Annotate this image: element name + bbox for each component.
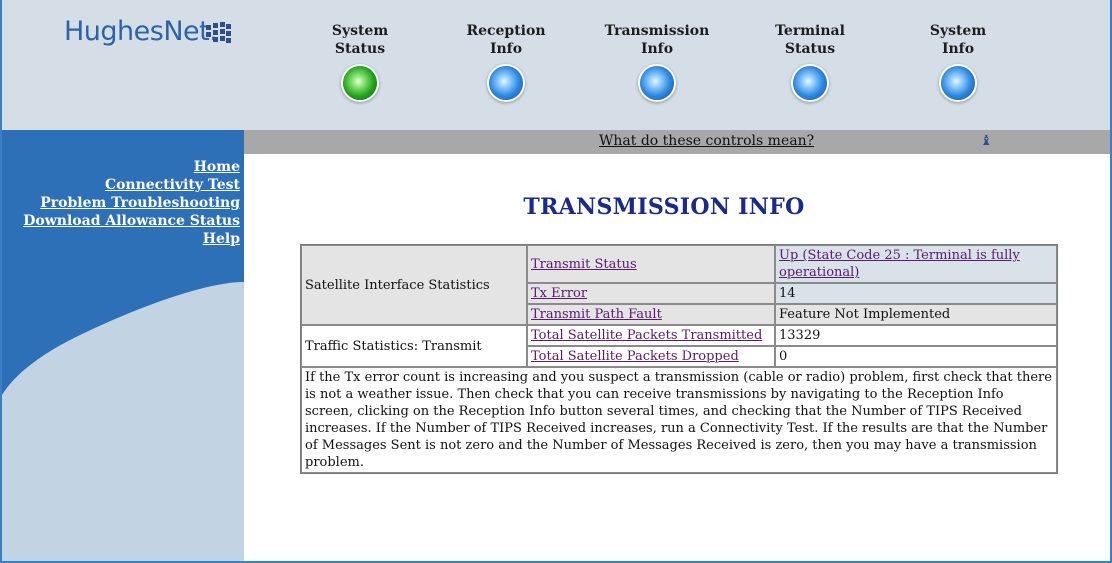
page-title: TRANSMISSION INFO <box>523 194 805 220</box>
nav-transmission-info-label: Transmission Info <box>604 23 710 57</box>
transmit-status-value-link[interactable]: Up (State Code 25 : Terminal is fully op… <box>779 248 1020 280</box>
transmission-info-table: Satellite Interface Statistics Transmit … <box>300 244 1058 474</box>
nav-system-info[interactable]: System Info <box>903 22 1013 100</box>
row-label-cell: Transmit Status <box>527 245 775 283</box>
sidebar-item-connectivity-test[interactable]: Connectivity Test <box>2 176 240 194</box>
group-label: Traffic Statistics: Transmit <box>301 325 527 367</box>
sidebar-item-download-allowance-status[interactable]: Download Allowance Status <box>2 212 240 230</box>
nav-system-status-label: System Status <box>331 23 389 57</box>
table-row: Satellite Interface Statistics Transmit … <box>301 245 1057 325</box>
table-row: If the Tx error count is increasing and … <box>301 367 1057 473</box>
header: HughesNet. System Status Reception Info … <box>2 0 1110 130</box>
wizard-icon[interactable]: ♝ <box>980 133 993 149</box>
controls-help-link[interactable]: What do these controls mean? <box>599 133 814 149</box>
logo-grid-icon <box>206 22 231 43</box>
packets-transmitted-link[interactable]: Total Satellite Packets Transmitted <box>531 328 762 343</box>
help-bar: What do these controls mean? ♝ <box>244 130 1110 154</box>
transmit-path-fault-link[interactable]: Transmit Path Fault <box>531 307 662 322</box>
row-label-cell: Total Satellite Packets Transmitted <box>527 325 775 346</box>
nav-terminal-status-label: Terminal Status <box>775 23 845 57</box>
table-row: Traffic Statistics: Transmit Total Satel… <box>301 325 1057 367</box>
nav-terminal-status[interactable]: Terminal Status <box>755 22 865 100</box>
row-value-cell: 13329 <box>775 325 1057 346</box>
row-label-cell: Tx Error <box>527 283 775 304</box>
status-orb-blue-icon[interactable] <box>640 66 674 100</box>
sidebar-item-help[interactable]: Help <box>2 230 240 248</box>
row-label-cell: Total Satellite Packets Dropped <box>527 346 775 367</box>
packets-dropped-link[interactable]: Total Satellite Packets Dropped <box>531 349 739 364</box>
status-orb-blue-icon[interactable] <box>489 66 523 100</box>
row-value-cell: Feature Not Implemented <box>775 304 1057 325</box>
nav-system-status[interactable]: System Status <box>305 22 415 100</box>
hughesnet-logo[interactable]: HughesNet. <box>64 16 218 47</box>
nav-system-info-label: System Info <box>929 23 987 57</box>
nav-transmission-info[interactable]: Transmission Info <box>602 22 712 100</box>
sidebar-item-problem-troubleshooting[interactable]: Problem Troubleshooting <box>2 194 240 212</box>
sidebar-item-home[interactable]: Home <box>2 158 240 176</box>
main-content: TRANSMISSION INFO Satellite Interface St… <box>244 154 1110 561</box>
nav-reception-info-label: Reception Info <box>466 23 546 57</box>
row-value-cell: Up (State Code 25 : Terminal is fully op… <box>775 245 1057 283</box>
row-label-cell: Transmit Path Fault <box>527 304 775 325</box>
row-value-cell: 0 <box>775 346 1057 367</box>
tx-error-link[interactable]: Tx Error <box>531 286 587 301</box>
page-frame: HughesNet. System Status Reception Info … <box>0 0 1112 563</box>
sidebar-nav: Home Connectivity Test Problem Troublesh… <box>2 158 240 248</box>
row-value-cell: 14 <box>775 283 1057 304</box>
nav-reception-info[interactable]: Reception Info <box>451 22 561 100</box>
status-orb-green-icon[interactable] <box>343 66 377 100</box>
status-orb-blue-icon[interactable] <box>941 66 975 100</box>
group-label: Satellite Interface Statistics <box>301 245 527 325</box>
troubleshooting-note: If the Tx error count is increasing and … <box>301 367 1057 473</box>
transmit-status-link[interactable]: Transmit Status <box>531 257 637 272</box>
status-orb-blue-icon[interactable] <box>793 66 827 100</box>
